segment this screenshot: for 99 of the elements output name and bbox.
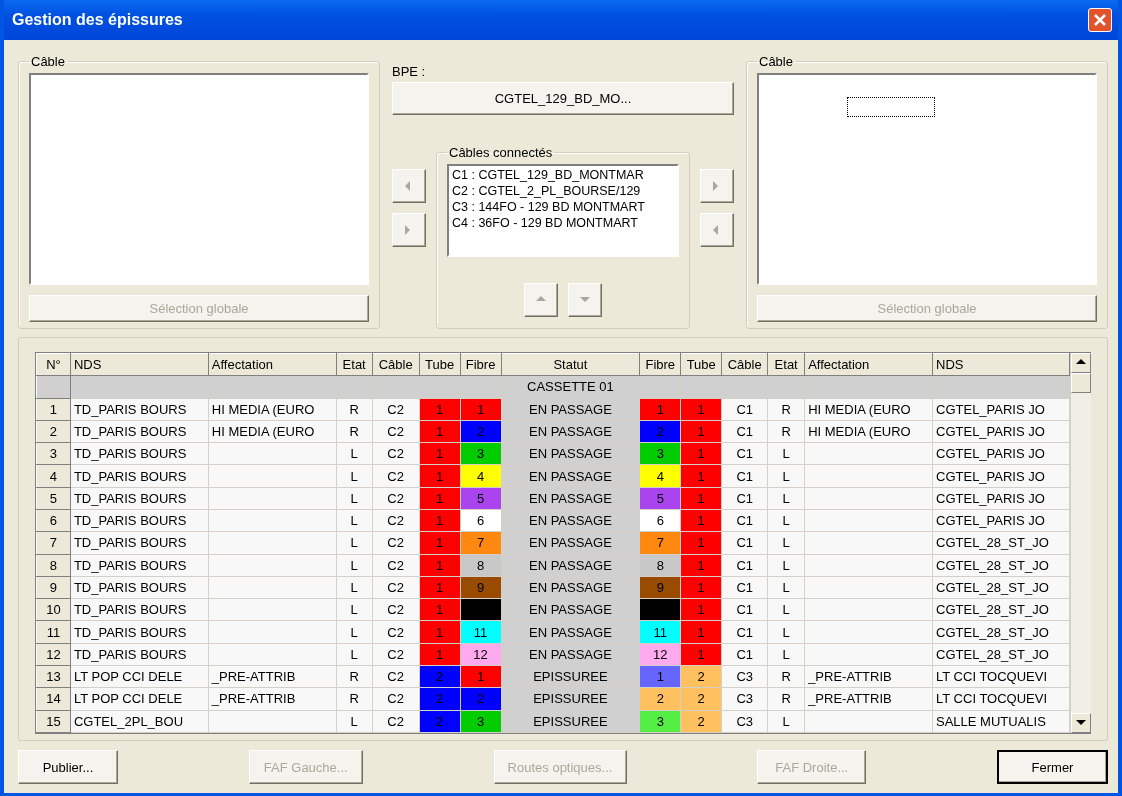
list-item[interactable]: C1 : CGTEL_129_BD_MONTMAR <box>452 167 674 183</box>
list-item[interactable]: C3 : 144FO - 129 BD MONTMART <box>452 199 674 215</box>
table-cell: _PRE-ATTRIB <box>208 665 337 688</box>
column-header[interactable]: Etat <box>336 353 373 376</box>
list-item[interactable]: C2 : CGTEL_2_PL_BOURSE/129 <box>452 183 674 199</box>
table-cell: CGTEL_28_ST_JO <box>932 576 1070 599</box>
column-header[interactable]: Tube <box>419 353 461 376</box>
column-header[interactable]: Câble <box>721 353 768 376</box>
table-cell: LT POP CCI DELE <box>70 687 209 710</box>
table-cell: EN PASSAGE <box>501 643 640 666</box>
group-label: Câble <box>758 54 794 69</box>
table-cell: CGTEL_PARIS JO <box>932 487 1070 510</box>
table-cell: HI MEDIA (EURO <box>208 420 337 443</box>
list-item[interactable]: C4 : 36FO - 129 BD MONTMART <box>452 215 674 231</box>
table-cell: CGTEL_28_ST_JO <box>932 531 1070 555</box>
row-header[interactable]: 1 <box>36 398 71 421</box>
table-cell: CGTEL_28_ST_JO <box>932 554 1070 577</box>
bpe-label: BPE : <box>392 64 427 81</box>
column-header[interactable]: NDS <box>932 353 1070 376</box>
scroll-down-button[interactable] <box>1071 713 1091 733</box>
table-cell: CGTEL_2PL_BOU <box>70 710 209 733</box>
table-cell: EN PASSAGE <box>501 398 640 421</box>
row-header[interactable]: 9 <box>36 576 71 599</box>
table-cell: LT POP CCI DELE <box>70 665 209 688</box>
table-cell: TD_PARIS BOURS <box>70 442 209 465</box>
table-cell: TD_PARIS BOURS <box>70 620 209 644</box>
row-header[interactable]: 7 <box>36 531 71 555</box>
row-header[interactable]: 10 <box>36 598 71 621</box>
cassette-cell: CASSETTE 01 <box>501 375 640 399</box>
table-cell: CGTEL_28_ST_JO <box>932 620 1070 644</box>
table-cell: CGTEL_PARIS JO <box>932 442 1070 465</box>
bpe-button[interactable]: CGTEL_129_BD_MO... <box>392 82 734 115</box>
dialog-button[interactable]: Publier... <box>18 750 118 784</box>
table-cell: HI MEDIA (EURO <box>804 398 933 421</box>
table-cell: EN PASSAGE <box>501 598 640 621</box>
table-cell: HI MEDIA (EURO <box>804 420 933 443</box>
scrollbar[interactable] <box>1070 353 1091 733</box>
table-cell: EN PASSAGE <box>501 442 640 465</box>
table-cell: EN PASSAGE <box>501 487 640 510</box>
table-cell: _PRE-ATTRIB <box>804 665 933 688</box>
row-header[interactable]: 11 <box>36 620 71 644</box>
group-label: Câbles connectés <box>448 145 554 160</box>
table-cell: TD_PARIS BOURS <box>70 643 209 666</box>
table-cell: TD_PARIS BOURS <box>70 420 209 443</box>
table-cell: TD_PARIS BOURS <box>70 398 209 421</box>
column-header[interactable]: Câble <box>372 353 420 376</box>
row-header[interactable]: 8 <box>36 554 71 577</box>
table-cell: TD_PARIS BOURS <box>70 576 209 599</box>
column-header[interactable]: Etat <box>767 353 805 376</box>
table-cell: EN PASSAGE <box>501 464 640 488</box>
table-cell: TD_PARIS BOURS <box>70 598 209 621</box>
table-cell: CGTEL_PARIS JO <box>932 398 1070 421</box>
table-cell: CGTEL_28_ST_JO <box>932 643 1070 666</box>
column-header[interactable]: Statut <box>501 353 640 376</box>
table-cell: TD_PARIS BOURS <box>70 554 209 577</box>
table-cell: TD_PARIS BOURS <box>70 531 209 555</box>
column-header[interactable]: NDS <box>70 353 209 376</box>
table-cell: SALLE MUTUALIS <box>932 710 1070 733</box>
table-cell: EN PASSAGE <box>501 554 640 577</box>
table-cell: EPISSUREE <box>501 665 640 688</box>
group-label: Câble <box>30 54 66 69</box>
table-cell: HI MEDIA (EURO <box>208 398 337 421</box>
column-header[interactable]: N° <box>36 353 71 376</box>
table-cell: EN PASSAGE <box>501 620 640 644</box>
scroll-thumb[interactable] <box>1071 373 1091 393</box>
table-cell: LT CCI TOCQUEVI <box>932 665 1070 688</box>
dialog-button[interactable]: Fermer <box>997 750 1108 784</box>
column-header[interactable]: Affectation <box>804 353 933 376</box>
row-header[interactable]: 5 <box>36 487 71 510</box>
column-header[interactable]: Affectation <box>208 353 337 376</box>
row-header[interactable]: 3 <box>36 442 71 465</box>
column-header[interactable]: Fibre <box>639 353 681 376</box>
table-cell: CGTEL_PARIS JO <box>932 420 1070 443</box>
table-cell: CGTEL_PARIS JO <box>932 509 1070 532</box>
table-cell: EN PASSAGE <box>501 531 640 555</box>
table-cell: EN PASSAGE <box>501 576 640 599</box>
close-icon <box>1093 13 1107 27</box>
table-cell: EPISSUREE <box>501 687 640 710</box>
row-header[interactable]: 2 <box>36 420 71 443</box>
table-cell: CGTEL_PARIS JO <box>932 464 1070 488</box>
table-cell: TD_PARIS BOURS <box>70 509 209 532</box>
table-cell: LT CCI TOCQUEVI <box>932 687 1070 710</box>
table-cell: EN PASSAGE <box>501 420 640 443</box>
row-header[interactable]: 6 <box>36 509 71 532</box>
column-header[interactable]: Tube <box>680 353 722 376</box>
window-title: Gestion des épissures <box>12 11 183 29</box>
table-cell: EPISSUREE <box>501 710 640 733</box>
table-cell: TD_PARIS BOURS <box>70 464 209 488</box>
scroll-up-button[interactable] <box>1071 353 1091 373</box>
row-header[interactable]: 12 <box>36 643 71 666</box>
close-button[interactable] <box>1088 8 1112 32</box>
row-header[interactable]: 15 <box>36 710 71 733</box>
table-cell: CGTEL_28_ST_JO <box>932 598 1070 621</box>
table-cell: TD_PARIS BOURS <box>70 487 209 510</box>
table-cell: EN PASSAGE <box>501 509 640 532</box>
row-header[interactable]: 14 <box>36 687 71 710</box>
row-header[interactable]: 4 <box>36 464 71 488</box>
row-header[interactable]: 13 <box>36 665 71 688</box>
column-header[interactable]: Fibre <box>460 353 502 376</box>
